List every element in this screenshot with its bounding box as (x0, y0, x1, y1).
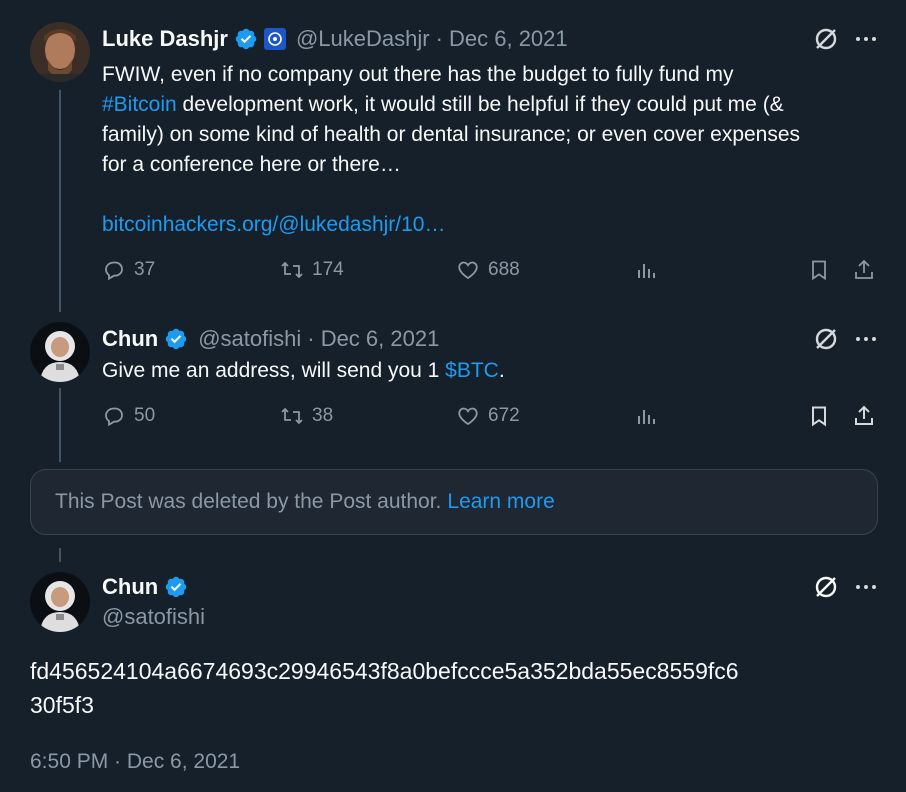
share-icon (855, 405, 873, 425)
external-link[interactable]: bitcoinhackers.org/@lukedashjr/10… (102, 210, 446, 240)
main-post-text: fd456524104a6674693c29946543f8a0befccce5… (30, 654, 739, 722)
grok-icon[interactable] (812, 325, 840, 353)
like-count: 672 (488, 405, 520, 426)
repost-icon (281, 407, 303, 425)
reply-button[interactable]: 37 (102, 258, 155, 282)
repost-button[interactable]: 38 (280, 404, 333, 428)
post-timestamp[interactable]: 6:50 PM · Dec 6, 2021 (30, 750, 240, 774)
share-icon (855, 259, 873, 279)
avatar[interactable] (30, 322, 90, 382)
like-icon (458, 261, 478, 280)
more-icon[interactable] (852, 325, 880, 353)
main-post-text-line: fd456524104a6674693c29946543f8a0befccce5… (30, 658, 739, 684)
hashtag-link[interactable]: #Bitcoin (102, 93, 177, 116)
author-handle[interactable]: @LukeDashjr (296, 26, 430, 52)
verified-badge-icon (234, 27, 258, 51)
deleted-notice-text: This Post was deleted by the Post author… (55, 490, 442, 513)
thread-line (59, 90, 61, 312)
views-icon (638, 264, 655, 278)
bookmark-button[interactable] (807, 404, 839, 428)
author-name[interactable]: Luke Dashjr (102, 26, 228, 52)
repost-icon (281, 261, 303, 279)
post-date[interactable]: · Dec 6, 2021 (436, 26, 568, 52)
post-date[interactable]: · Dec 6, 2021 (307, 326, 439, 352)
cashtag-link[interactable]: $BTC (445, 359, 499, 382)
share-button[interactable] (852, 258, 884, 282)
deleted-post-notice: This Post was deleted by the Post author… (30, 469, 878, 535)
grok-icon[interactable] (812, 573, 840, 601)
learn-more-link[interactable]: Learn more (447, 490, 554, 514)
share-button[interactable] (852, 404, 884, 428)
reply-count: 50 (134, 405, 156, 426)
reply-icon (105, 261, 123, 281)
post-text-line: #Bitcoin development work, it would stil… (102, 93, 784, 116)
author-handle[interactable]: @satofishi (198, 326, 301, 352)
main-post-text-line: 30f5f3 (30, 692, 94, 718)
like-button[interactable]: 672 (456, 404, 520, 428)
reply-button[interactable]: 50 (102, 404, 155, 428)
views-button[interactable] (634, 404, 666, 428)
bookmark-icon (812, 260, 826, 281)
affiliate-badge-icon (263, 28, 286, 50)
thread-line (59, 548, 61, 562)
author-handle[interactable]: @satofishi (102, 604, 205, 630)
bookmark-icon (812, 406, 826, 427)
verified-badge-icon (164, 575, 188, 599)
views-button[interactable] (634, 258, 666, 282)
action-bar: 37 174 688 (102, 258, 878, 288)
bookmark-button[interactable] (807, 258, 839, 282)
more-icon[interactable] (852, 573, 880, 601)
views-icon (638, 410, 655, 424)
repost-count: 38 (312, 405, 334, 426)
post-text-line: FWIW, even if no company out there has t… (102, 63, 734, 86)
grok-icon[interactable] (812, 25, 840, 53)
like-icon (458, 407, 478, 426)
like-count: 688 (488, 259, 520, 280)
reply-count: 37 (134, 259, 156, 280)
like-button[interactable]: 688 (456, 258, 520, 282)
author-name[interactable]: Chun (102, 574, 158, 600)
post-text: FWIW, even if no company out there has t… (102, 60, 892, 180)
action-bar: 50 38 672 (102, 404, 878, 434)
author-name[interactable]: Chun (102, 326, 158, 352)
avatar[interactable] (30, 572, 90, 632)
post-text-line: for a conference here or there… (102, 153, 401, 176)
post-text-line: family) on some kind of health or dental… (102, 123, 801, 146)
thread-line (59, 388, 61, 462)
avatar[interactable] (30, 22, 90, 82)
verified-badge-icon (164, 327, 188, 351)
reply-icon (105, 407, 123, 427)
post-text: Give me an address, will send you 1 $BTC… (102, 359, 505, 382)
repost-button[interactable]: 174 (280, 258, 344, 282)
more-icon[interactable] (852, 25, 880, 53)
repost-count: 174 (312, 259, 344, 280)
